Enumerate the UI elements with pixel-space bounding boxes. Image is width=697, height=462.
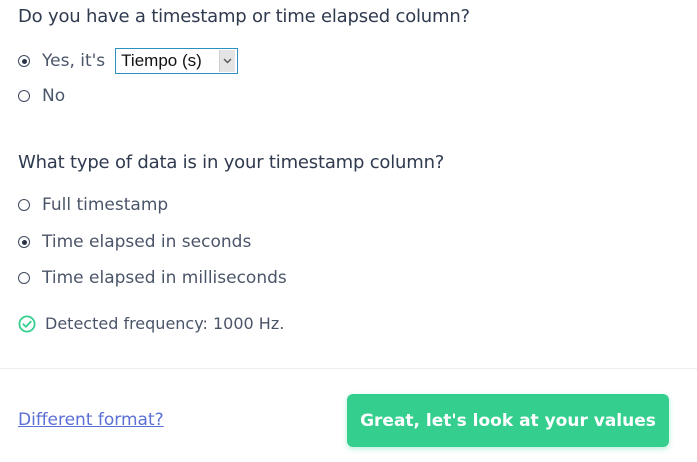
radio-option-elapsed-milliseconds[interactable]: Time elapsed in milliseconds	[18, 268, 287, 288]
radio-label-yes: Yes, it's	[42, 51, 106, 71]
timestamp-question-title: Do you have a timestamp or time elapsed …	[18, 6, 470, 27]
radio-label-no: No	[42, 86, 66, 106]
radio-option-yes[interactable]: Yes, it's Tiempo (s)	[18, 48, 239, 74]
check-circle-icon	[18, 315, 36, 333]
detected-frequency-text: Detected frequency: 1000 Hz.	[45, 314, 285, 333]
timestamp-column-select-value: Tiempo (s)	[121, 51, 202, 70]
radio-button-yes[interactable]	[18, 55, 30, 67]
detected-frequency-message: Detected frequency: 1000 Hz.	[18, 314, 284, 333]
chevron-down-icon[interactable]	[219, 50, 236, 72]
radio-button-full-timestamp[interactable]	[18, 199, 30, 211]
data-type-question-title: What type of data is in your timestamp c…	[18, 152, 445, 173]
radio-button-elapsed-milliseconds[interactable]	[18, 272, 30, 284]
radio-option-no[interactable]: No	[18, 86, 65, 106]
radio-label-full-timestamp: Full timestamp	[42, 195, 169, 215]
timestamp-column-select[interactable]: Tiempo (s)	[115, 48, 239, 74]
radio-label-elapsed-milliseconds: Time elapsed in milliseconds	[42, 268, 287, 288]
different-format-link[interactable]: Different format?	[18, 410, 164, 430]
radio-button-elapsed-seconds[interactable]	[18, 236, 30, 248]
radio-option-elapsed-seconds[interactable]: Time elapsed in seconds	[18, 232, 251, 252]
radio-label-elapsed-seconds: Time elapsed in seconds	[42, 232, 252, 252]
continue-button[interactable]: Great, let's look at your values	[347, 394, 669, 447]
radio-option-full-timestamp[interactable]: Full timestamp	[18, 195, 168, 215]
footer-divider	[0, 368, 697, 369]
radio-button-no[interactable]	[18, 90, 30, 102]
import-settings-panel: Do you have a timestamp or time elapsed …	[0, 0, 697, 462]
